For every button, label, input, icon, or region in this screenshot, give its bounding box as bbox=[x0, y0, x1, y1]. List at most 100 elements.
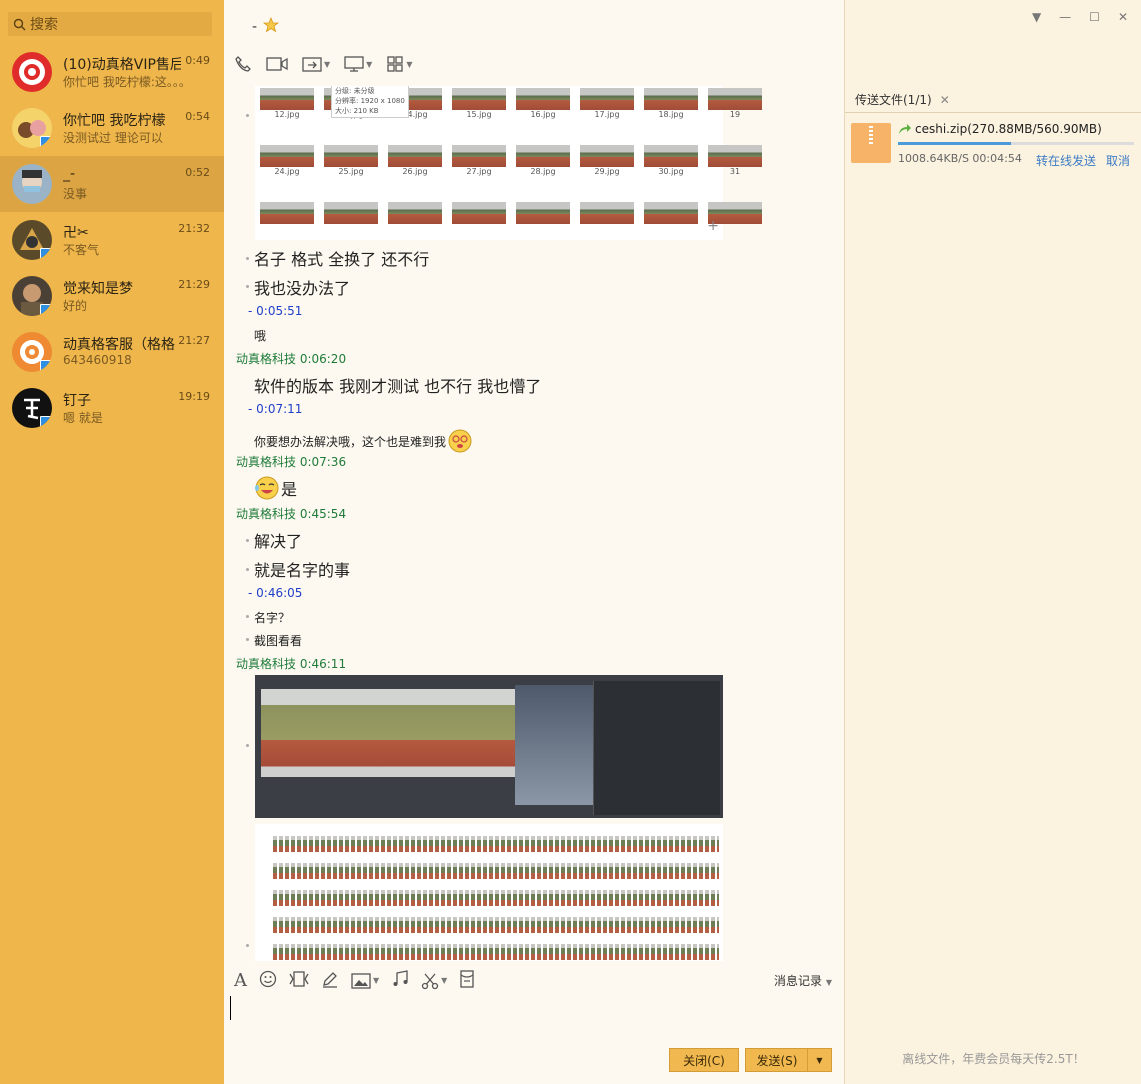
video-icon bbox=[266, 57, 288, 71]
send-online-link[interactable]: 转在线发送 bbox=[1036, 152, 1096, 169]
mobile-status-icon bbox=[40, 416, 52, 428]
maximize-icon[interactable]: ☐ bbox=[1089, 10, 1100, 24]
search-box[interactable]: 搜索 bbox=[8, 12, 212, 36]
message-history-button[interactable]: 消息记录 ▼ bbox=[774, 972, 832, 989]
bullet bbox=[246, 744, 249, 747]
sender-time: 动真格科技 0:06:20 bbox=[236, 352, 347, 366]
window-controls: ▼ — ☐ ✕ bbox=[1032, 10, 1128, 24]
mobile-status-icon bbox=[40, 248, 52, 260]
apps-button[interactable]: ▼ bbox=[386, 54, 412, 74]
file-name-row: ceshi.zip(270.88MB/560.90MB) bbox=[898, 122, 1102, 136]
chevron-down-icon: ▼ bbox=[373, 976, 380, 985]
music-icon[interactable] bbox=[391, 970, 409, 991]
thumbnail bbox=[708, 88, 762, 110]
thumbnail bbox=[324, 202, 378, 224]
close-icon[interactable]: ✕ bbox=[1118, 10, 1128, 24]
video-call-button[interactable] bbox=[266, 54, 288, 74]
thumbnail-caption: 19 bbox=[729, 110, 741, 119]
thumbnail-caption: 12.jpg bbox=[274, 110, 300, 119]
contact-item[interactable]: (10)动真格VIP售后 你忙吧 我吃柠檬:这。。。 0:49 bbox=[0, 44, 224, 100]
contact-item[interactable]: 觉来知是梦 好的 21:29 bbox=[0, 268, 224, 324]
message-text: 我也没办法了 bbox=[254, 279, 351, 298]
zip-file-icon bbox=[851, 123, 891, 163]
chevron-down-icon: ▼ bbox=[825, 978, 832, 987]
panel-tabbar: 传送文件(1/1) ✕ bbox=[845, 86, 1141, 113]
thumbnail bbox=[644, 88, 698, 110]
minimize-icon[interactable]: — bbox=[1059, 10, 1071, 24]
contact-time: 0:52 bbox=[185, 166, 210, 179]
close-icon[interactable]: ✕ bbox=[940, 93, 950, 107]
screenshot-file-grid bbox=[273, 836, 719, 961]
send-button-label: 发送(S) bbox=[756, 1053, 798, 1068]
font-icon[interactable]: A bbox=[234, 970, 247, 991]
emoji-icon[interactable] bbox=[259, 970, 277, 991]
tab-file-transfer[interactable]: 传送文件(1/1) ✕ bbox=[855, 91, 950, 108]
thumbnail-caption: 26.jpg bbox=[402, 167, 428, 176]
chevron-down-icon: ▼ bbox=[324, 59, 331, 69]
tooltip-line: 分辨率: 1920 x 1080 bbox=[335, 97, 405, 105]
gif-icon[interactable] bbox=[289, 970, 309, 991]
thumbnail-caption: 30.jpg bbox=[658, 167, 684, 176]
thumbnail-caption: 25.jpg bbox=[338, 167, 364, 176]
close-button[interactable]: 关闭(C) bbox=[669, 1048, 739, 1072]
chat-toolbar: ▼ ▼ ▼ bbox=[234, 54, 412, 74]
history-label: 消息记录 bbox=[774, 974, 823, 988]
shared-image-thumbnails[interactable]: 12.jpg13.jpg14.jpg15.jpg16.jpg17.jpg18.j… bbox=[255, 86, 762, 240]
contact-name: 你忙吧 我吃柠檬 bbox=[63, 113, 166, 129]
text-cursor bbox=[230, 996, 231, 1020]
contact-time: 0:54 bbox=[185, 110, 210, 123]
thumbnail bbox=[644, 145, 698, 167]
voice-call-button[interactable] bbox=[234, 54, 252, 74]
red-packet-icon[interactable] bbox=[459, 970, 475, 991]
screen-share-button[interactable]: ▼ bbox=[344, 54, 372, 74]
contact-item[interactable]: 你忙吧 我吃柠檬 没测试过 理论可以 0:54 bbox=[0, 100, 224, 156]
avatar bbox=[12, 332, 52, 372]
send-options-button[interactable]: ▼ bbox=[807, 1048, 832, 1072]
pencil-icon[interactable] bbox=[321, 970, 339, 991]
star-icon[interactable] bbox=[262, 16, 280, 37]
shared-screenshot-image[interactable] bbox=[255, 675, 723, 818]
thumbnail-caption: 24.jpg bbox=[274, 167, 300, 176]
message-text: 是 bbox=[281, 480, 298, 499]
contact-item[interactable]: 动真格客服（格格 643460918 21:27 bbox=[0, 324, 224, 380]
image-button[interactable]: ▼ bbox=[351, 971, 379, 991]
send-button[interactable]: 发送(S) bbox=[745, 1048, 809, 1072]
chevron-down-icon: ▼ bbox=[441, 976, 448, 985]
thumbnail bbox=[516, 145, 570, 167]
sender-time: 动真格科技 0:46:11 bbox=[236, 657, 347, 671]
sender-time: 动真格科技 0:07:36 bbox=[236, 455, 347, 469]
chevron-down-icon: ▼ bbox=[366, 59, 373, 69]
contact-item[interactable]: 卍✂ 不客气 21:32 bbox=[0, 212, 224, 268]
screenshot-scene bbox=[515, 685, 595, 805]
input-toolbar: A ▼ ▼ bbox=[234, 970, 475, 991]
message-text: 解决了 bbox=[254, 532, 303, 551]
mobile-status-icon bbox=[40, 136, 52, 148]
message-input[interactable] bbox=[230, 996, 830, 1036]
dropdown-icon[interactable]: ▼ bbox=[1032, 10, 1041, 24]
bullet bbox=[246, 638, 249, 641]
contact-item-selected[interactable]: _- 没事 0:52 bbox=[0, 156, 224, 212]
contact-item[interactable]: 钉子 嗯 就是 19:19 bbox=[0, 380, 224, 436]
chat-title: - bbox=[252, 16, 280, 37]
contact-preview: 没测试过 理论可以 bbox=[63, 131, 163, 145]
bullet bbox=[246, 114, 249, 117]
bullet bbox=[246, 568, 249, 571]
dizzy-emoji-icon bbox=[448, 429, 472, 453]
contact-preview: 没事 bbox=[63, 187, 88, 201]
thumbnail bbox=[260, 145, 314, 167]
message-row: 你要想办法解决哦，这个也是难到我 bbox=[254, 429, 472, 453]
thumbnail bbox=[452, 145, 506, 167]
thumbnail bbox=[260, 202, 314, 224]
message-text: 名子 格式 全换了 还不行 bbox=[254, 250, 430, 269]
zoom-icon[interactable]: + bbox=[707, 218, 719, 234]
screenshot-button[interactable]: ▼ bbox=[421, 971, 447, 991]
file-transfer-button[interactable]: ▼ bbox=[302, 54, 330, 74]
offline-file-notice: 离线文件，年费会员每天传2.5T！ bbox=[902, 1052, 1085, 1066]
close-button-label: 关闭(C) bbox=[683, 1053, 725, 1068]
laughing-emoji-icon bbox=[255, 476, 279, 500]
thumbnail bbox=[580, 88, 634, 110]
shared-screenshot-image[interactable] bbox=[255, 824, 723, 961]
cancel-link[interactable]: 取消 bbox=[1106, 152, 1130, 169]
bullet bbox=[246, 944, 249, 947]
message-list[interactable]: 12.jpg13.jpg14.jpg15.jpg16.jpg17.jpg18.j… bbox=[224, 86, 834, 961]
